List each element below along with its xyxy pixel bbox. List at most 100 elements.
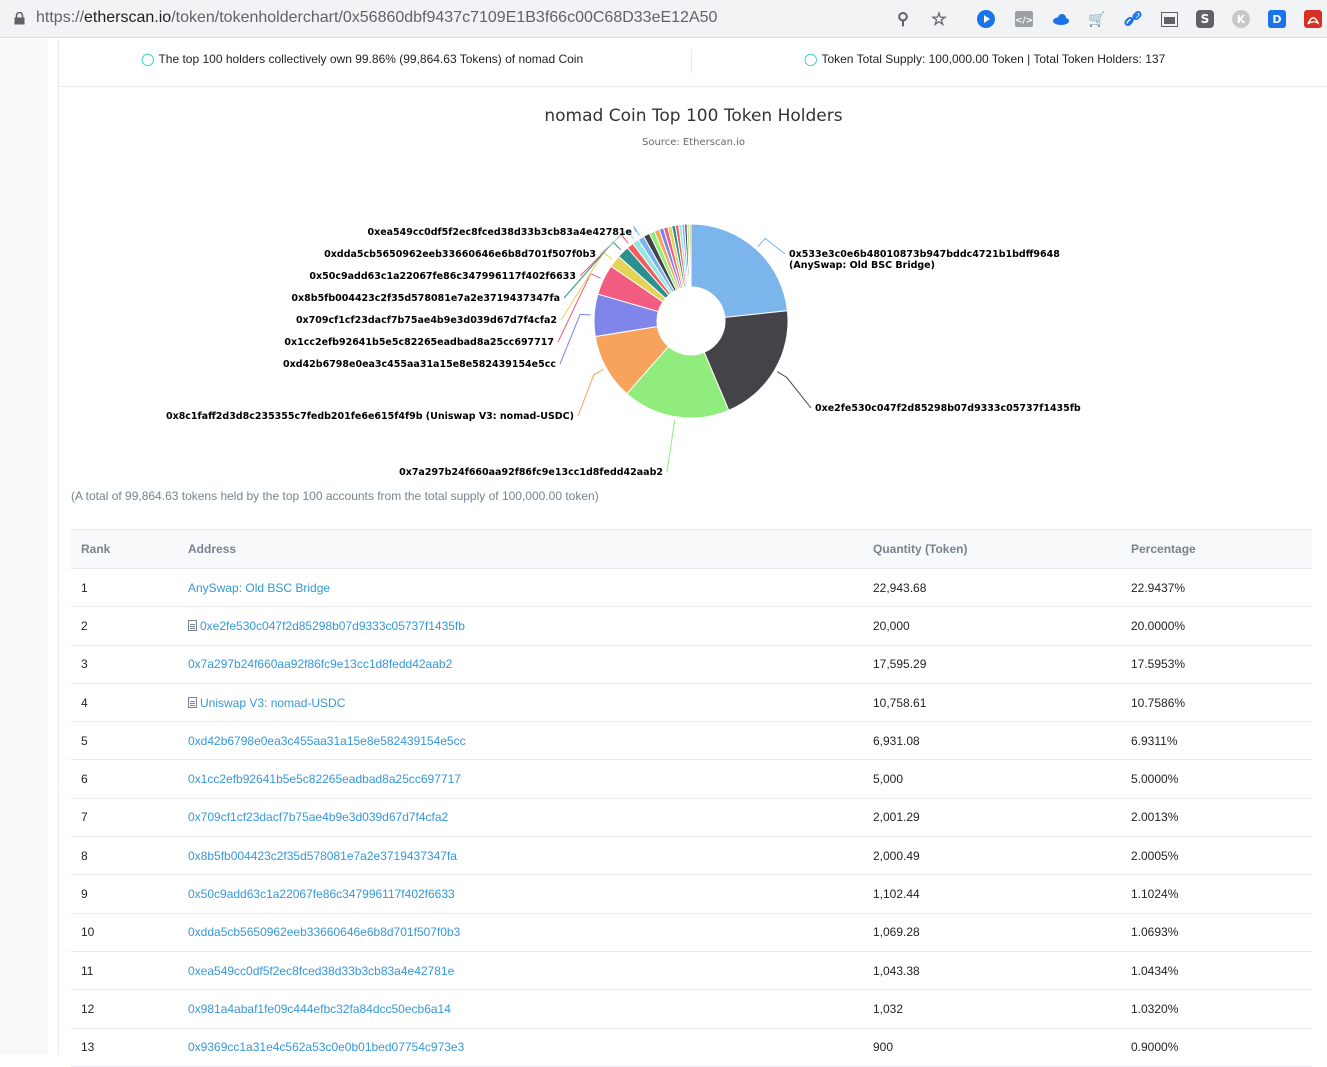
url-prefix: https:// <box>36 9 85 26</box>
percentage-cell: 20.0000% <box>1121 606 1312 646</box>
contract-file-icon <box>188 619 197 631</box>
top-holders-summary: ◯ The top 100 holders collectively own 99… <box>141 52 583 66</box>
table-row: 13 0x9369cc1a31e4c562a53c0e0b01bed07754c9… <box>71 1028 1312 1067</box>
table-row: 8 0x8b5fb004423c2f35d578081e7a2e371943734… <box>71 836 1312 876</box>
quantity-cell: 6,931.08 <box>863 721 1121 761</box>
quantity-cell: 1,069.28 <box>863 913 1121 952</box>
total-note: (A total of 99,864.63 tokens held by the… <box>71 489 599 503</box>
extension-link-icon[interactable] <box>1122 8 1144 30</box>
rank-cell: 7 <box>71 798 178 838</box>
holders-table-body: 1 AnySwap: Old BSC Bridge 22,943.68 22.9437… <box>71 568 1312 1067</box>
svg-text:K: K <box>1237 13 1246 26</box>
top-holders-text: The top 100 holders collectively own 99.… <box>158 52 584 66</box>
bookmark-star-icon[interactable]: ☆ <box>928 8 950 30</box>
quantity-cell: 1,032 <box>863 989 1121 1029</box>
holder-address-link[interactable]: 0xea549cc0df5f2ec8fced38d33b3cb83a4e4278… <box>188 964 454 978</box>
chart-title: nomad Coin Top 100 Token Holders <box>544 106 843 126</box>
svg-text:</>: </> <box>1015 16 1033 26</box>
pie-connector-line <box>776 371 812 409</box>
holder-address-text: 0x50c9add63c1a22067fe86c347996117f402f66… <box>188 887 455 902</box>
holder-address-text: 0x709cf1cf23dacf7b75ae4b9e3d039d67d7f4cf… <box>188 810 449 825</box>
extension-play-icon[interactable] <box>975 8 997 30</box>
quantity-cell: 1,102.44 <box>863 874 1121 914</box>
rank-cell: 3 <box>71 645 178 684</box>
extension-s-icon[interactable]: S <box>1194 8 1216 30</box>
address-cell: 0xea549cc0df5f2ec8fced38d33b3cb83a4e4278… <box>178 951 863 991</box>
pie-connector-line <box>577 368 604 417</box>
holder-address-text: 0x8b5fb004423c2f35d578081e7a2e3719437347… <box>188 848 457 863</box>
pie-slice-label: 0xdda5cb5650962eeb33660646e6b8d701f507f0… <box>324 249 596 260</box>
percentage-cell: 2.0013% <box>1121 798 1312 838</box>
address-cell: 0xdda5cb5650962eeb33660646e6b8d701f507f0… <box>178 913 863 952</box>
pie-slice-label: 0x8c1faff2d3d8c235355c7fedb201fe6e615f4f… <box>166 411 574 422</box>
holder-address-link[interactable]: 0xd42b6798e0ea3c455aa31a15e8e582439154e5… <box>188 734 466 748</box>
holder-address-link[interactable]: Uniswap V3: nomad-USDC <box>188 696 345 710</box>
holder-address-link[interactable]: AnySwap: Old BSC Bridge <box>188 581 330 595</box>
chart-subtitle: Source: Etherscan.io <box>642 137 745 148</box>
rank-cell: 5 <box>71 721 178 761</box>
svg-text:D: D <box>1272 13 1281 26</box>
holder-address-link[interactable]: 0xe2fe530c047f2d85298b07d9333c05737f1435… <box>188 619 465 633</box>
table-row: 4 Uniswap V3: nomad-USDC 10,758.61 10.7586% <box>71 683 1312 723</box>
percentage-cell: 2.0005% <box>1121 836 1312 876</box>
holder-address-link[interactable]: 0x981a4abaf1fe09c444efbc32fa84dcc50ecb6a… <box>188 1002 451 1016</box>
rank-cell: 10 <box>71 913 178 952</box>
percentage-cell: 22.9437% <box>1121 568 1312 608</box>
holder-address-text: 0xe2fe530c047f2d85298b07d9333c05737f1435… <box>200 618 465 633</box>
table-row: 9 0x50c9add63c1a22067fe86c347996117f402f6… <box>71 874 1312 914</box>
holder-address-text: Uniswap V3: nomad-USDC <box>200 695 346 710</box>
holders-table: Rank Address Quantity (Token) Percentage… <box>71 529 1312 1067</box>
address-cell: 0x1cc2efb92641b5e5c82265eadbad8a25cc6977… <box>178 759 863 799</box>
percentage-cell: 0.9000% <box>1121 1028 1312 1067</box>
percentage-cell: 17.5953% <box>1121 645 1312 684</box>
percentage-cell: 5.0000% <box>1121 759 1312 799</box>
pie-slice-label: 0x50c9add63c1a22067fe86c347996117f402f66… <box>309 271 576 282</box>
pie-slice[interactable] <box>690 223 789 318</box>
address-cell: 0xd42b6798e0ea3c455aa31a15e8e582439154e5… <box>178 721 863 761</box>
rank-cell: 2 <box>71 606 178 646</box>
pie-slice-label: 0x8b5fb004423c2f35d578081e7a2e3719437347… <box>291 293 560 304</box>
quantity-cell: 5,000 <box>863 759 1121 799</box>
extension-k-icon[interactable]: K <box>1230 8 1252 30</box>
rank-cell: 9 <box>71 874 178 914</box>
percentage-cell: 6.9311% <box>1121 721 1312 761</box>
quantity-cell: 17,595.29 <box>863 645 1121 684</box>
address-cell: 0x8b5fb004423c2f35d578081e7a2e3719437347… <box>178 836 863 876</box>
rank-cell: 8 <box>71 836 178 876</box>
holder-address-link[interactable]: 0x8b5fb004423c2f35d578081e7a2e3719437347… <box>188 849 457 863</box>
rank-cell: 1 <box>71 568 178 608</box>
header-quantity: Quantity (Token) <box>863 529 1121 569</box>
holder-address-link[interactable]: 0x9369cc1a31e4c562a53c0e0b01bed07754c973… <box>188 1040 464 1054</box>
holder-address-link[interactable]: 0x7a297b24f660aa92f86fc9e13cc1d8fedd42aa… <box>188 657 452 671</box>
pie-slice-label: 0x709cf1cf23dacf7b75ae4b9e3d039d67d7f4cf… <box>296 315 557 326</box>
pie-slice-sublabel: (AnySwap: Old BSC Bridge) <box>789 260 935 271</box>
extension-pdf-icon[interactable] <box>1302 8 1324 30</box>
pie-connector-line <box>633 225 640 236</box>
pie-slice-label: 0xe2fe530c047f2d85298b07d9333c05737f1435… <box>815 403 1081 414</box>
extension-cart-icon[interactable]: 🛒 <box>1086 8 1108 30</box>
address-bar[interactable]: https://etherscan.io/token/tokenholderch… <box>36 9 717 27</box>
pie-slice-label: 0xd42b6798e0ea3c455aa31a15e8e582439154e5… <box>283 359 556 370</box>
table-row: 7 0x709cf1cf23dacf7b75ae4b9e3d039d67d7f4c… <box>71 798 1312 838</box>
address-cell: 0x709cf1cf23dacf7b75ae4b9e3d039d67d7f4cf… <box>178 798 863 838</box>
zoom-icon[interactable]: ⚲ <box>892 8 914 30</box>
holder-address-text: 0xd42b6798e0ea3c455aa31a15e8e582439154e5… <box>188 733 466 748</box>
rank-cell: 11 <box>71 951 178 991</box>
holder-address-text: 0xea549cc0df5f2ec8fced38d33b3cb83a4e4278… <box>188 963 455 978</box>
lock-icon <box>14 12 25 25</box>
holder-address-link[interactable]: 0x1cc2efb92641b5e5c82265eadbad8a25cc6977… <box>188 772 461 786</box>
holder-address-link[interactable]: 0x709cf1cf23dacf7b75ae4b9e3d039d67d7f4cf… <box>188 810 448 824</box>
holder-address-link[interactable]: 0xdda5cb5650962eeb33660646e6b8d701f507f0… <box>188 925 460 939</box>
holder-address-link[interactable]: 0x50c9add63c1a22067fe86c347996117f402f66… <box>188 887 455 901</box>
extension-code-icon[interactable]: </> <box>1013 8 1035 30</box>
extension-window-icon[interactable] <box>1158 8 1180 30</box>
svg-text:S: S <box>1201 12 1210 26</box>
extension-d-icon[interactable]: D <box>1266 8 1288 30</box>
holders-pie-chart: 0x533e3c0e6b48010873b947bddc4721b1bdff96… <box>166 223 1081 478</box>
extension-cloud-icon[interactable] <box>1050 8 1072 30</box>
quantity-cell: 10,758.61 <box>863 683 1121 723</box>
supply-text: Token Total Supply: 100,000.00 Token | T… <box>821 52 1166 66</box>
pie-slice-label: 0xea549cc0df5f2ec8fced38d33b3cb83a4e4278… <box>367 227 632 238</box>
supply-summary: ◯ Token Total Supply: 100,000.00 Token | … <box>804 52 1165 66</box>
holder-address-text: 0x981a4abaf1fe09c444efbc32fa84dcc50ecb6a… <box>188 1001 451 1016</box>
